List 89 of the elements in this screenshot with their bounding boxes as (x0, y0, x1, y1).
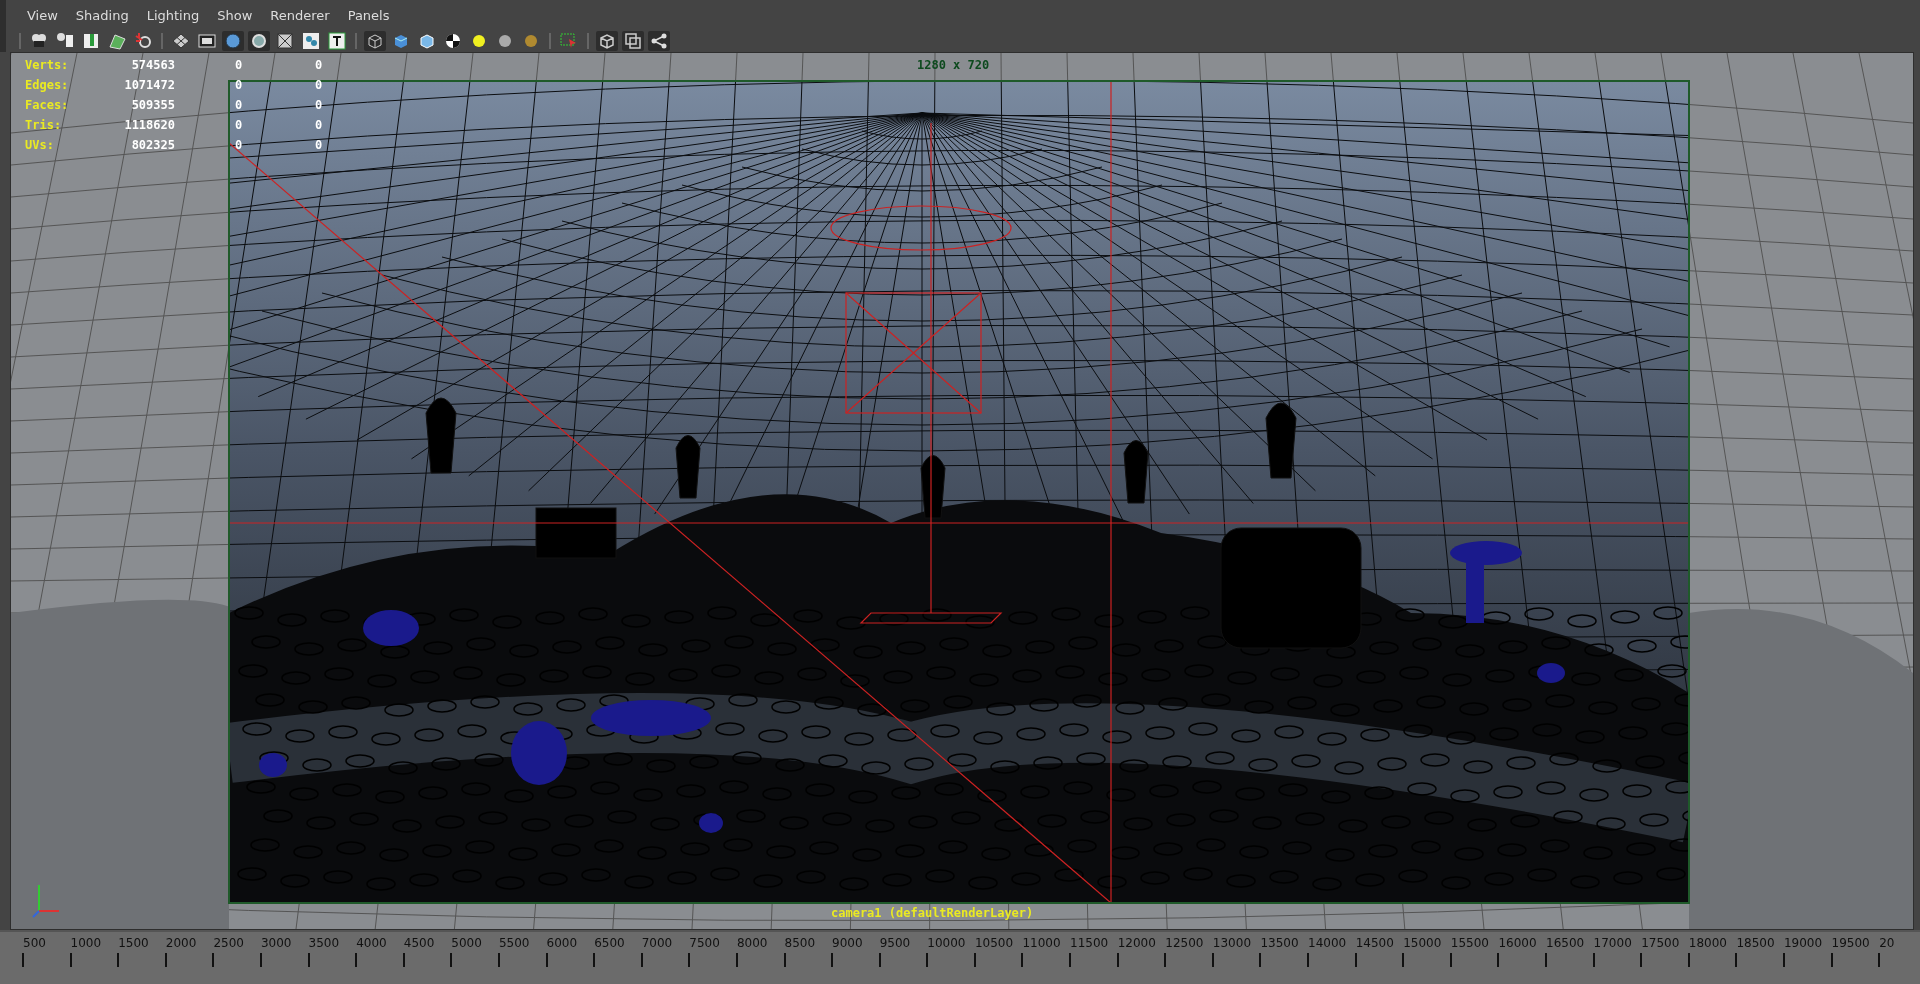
stat-selected-count: 0 (234, 98, 244, 112)
frame-number: 5500 (498, 936, 530, 950)
frame-number: 14500 (1355, 936, 1394, 950)
share-icon (649, 31, 669, 51)
frame-number: 7000 (641, 936, 673, 950)
circle-icon (249, 31, 269, 51)
stat-component-count: 0 (314, 78, 324, 92)
frame-number: 4000 (356, 936, 387, 950)
frame-number: 6500 (594, 936, 625, 950)
stat-label: Faces: (25, 98, 70, 112)
frame-number: 16500 (1546, 936, 1585, 950)
frame-number: 8500 (784, 936, 816, 950)
frame-number: 17000 (1593, 936, 1632, 950)
stat-component-count: 0 (314, 58, 324, 72)
frame-number: 10000 (927, 936, 966, 950)
sphere-icon (223, 31, 243, 51)
frame-number: 14000 (1308, 936, 1347, 950)
frame-number: 500 (23, 936, 46, 950)
overlap-squares-button[interactable] (622, 31, 644, 51)
stat-component-count: 0 (314, 138, 324, 152)
frame-number: 19000 (1783, 936, 1823, 950)
text-icon (327, 31, 347, 51)
menu-item[interactable]: Show (208, 3, 262, 27)
stat-label: Edges: (25, 78, 70, 92)
camera-label: camera1 (defaultRenderLayer) (831, 906, 1034, 920)
menu-item[interactable]: Shading (66, 3, 138, 27)
frame-number: 9500 (879, 936, 911, 950)
frame-number: 3000 (260, 936, 292, 950)
wireframe-cube-button[interactable] (364, 31, 386, 51)
dots-button[interactable] (300, 31, 322, 51)
menu-item[interactable]: Renderer (261, 3, 339, 27)
circle-button[interactable] (248, 31, 270, 51)
menu-item[interactable]: Lighting (137, 3, 209, 27)
frame-number: 20 (1879, 936, 1895, 950)
frame-number: 19500 (1831, 936, 1870, 950)
stat-value: 802325 (130, 138, 175, 152)
menu-item[interactable]: View (18, 3, 67, 27)
frame-number: 2000 (165, 936, 197, 950)
frame-number: 7500 (689, 936, 720, 950)
dots-icon (301, 31, 321, 51)
stat-selected-count: 0 (234, 78, 244, 92)
stat-selected-count: 0 (234, 118, 244, 132)
frame-number: 12500 (1165, 936, 1204, 950)
frame-number: 1000 (70, 936, 102, 950)
frame-number: 6000 (546, 936, 578, 950)
resolution-label: 1280 x 720 (917, 58, 990, 72)
frame-number: 9000 (832, 936, 863, 950)
image-plane-button[interactable] (106, 31, 128, 51)
stat-value: 509355 (130, 98, 175, 112)
frame-number: 5000 (451, 936, 482, 950)
frame-number: 18500 (1736, 936, 1775, 950)
target-icon (133, 31, 153, 51)
stat-value: 574563 (130, 58, 175, 72)
frame-number: 13500 (1260, 936, 1299, 950)
cube-button[interactable] (596, 31, 618, 51)
bookmark-icon (81, 31, 101, 51)
frame-number: 4500 (403, 936, 435, 950)
stat-label: Verts: (25, 58, 70, 72)
frame-number: 13000 (1212, 936, 1252, 950)
menu-item[interactable]: Panels (338, 3, 399, 27)
frame-number: 15000 (1403, 936, 1442, 950)
grid-button[interactable] (170, 31, 192, 51)
stat-component-count: 0 (314, 118, 324, 132)
sphere-button[interactable] (222, 31, 244, 51)
stat-label: UVs: (25, 138, 55, 152)
frame-number: 12000 (1117, 936, 1156, 950)
frame-number: 17500 (1641, 936, 1680, 950)
time-ruler[interactable] (0, 930, 1920, 984)
checker-icon (443, 31, 463, 51)
text-button[interactable] (326, 31, 348, 51)
frame-number: 3500 (308, 936, 340, 950)
frame-number: 10500 (974, 936, 1014, 950)
share-button[interactable] (648, 31, 670, 51)
frame-number: 18000 (1688, 936, 1727, 950)
frame-number: 2500 (213, 936, 244, 950)
cube-icon (597, 31, 617, 51)
stat-selected-count: 0 (234, 58, 244, 72)
film-strip-button[interactable] (196, 31, 218, 51)
stat-value: 1118620 (123, 118, 175, 132)
frame-number: 11500 (1070, 936, 1109, 950)
frame-number: 1500 (118, 936, 149, 950)
stat-label: Tris: (25, 118, 63, 132)
stat-value: 1071472 (123, 78, 175, 92)
grid-x-button[interactable] (274, 31, 296, 51)
frame-number: 16000 (1498, 936, 1537, 950)
frame-number: 11000 (1022, 936, 1061, 950)
frame-number: 8000 (736, 936, 768, 950)
overlap-squares-icon (623, 31, 643, 51)
frame-number: 15500 (1450, 936, 1489, 950)
